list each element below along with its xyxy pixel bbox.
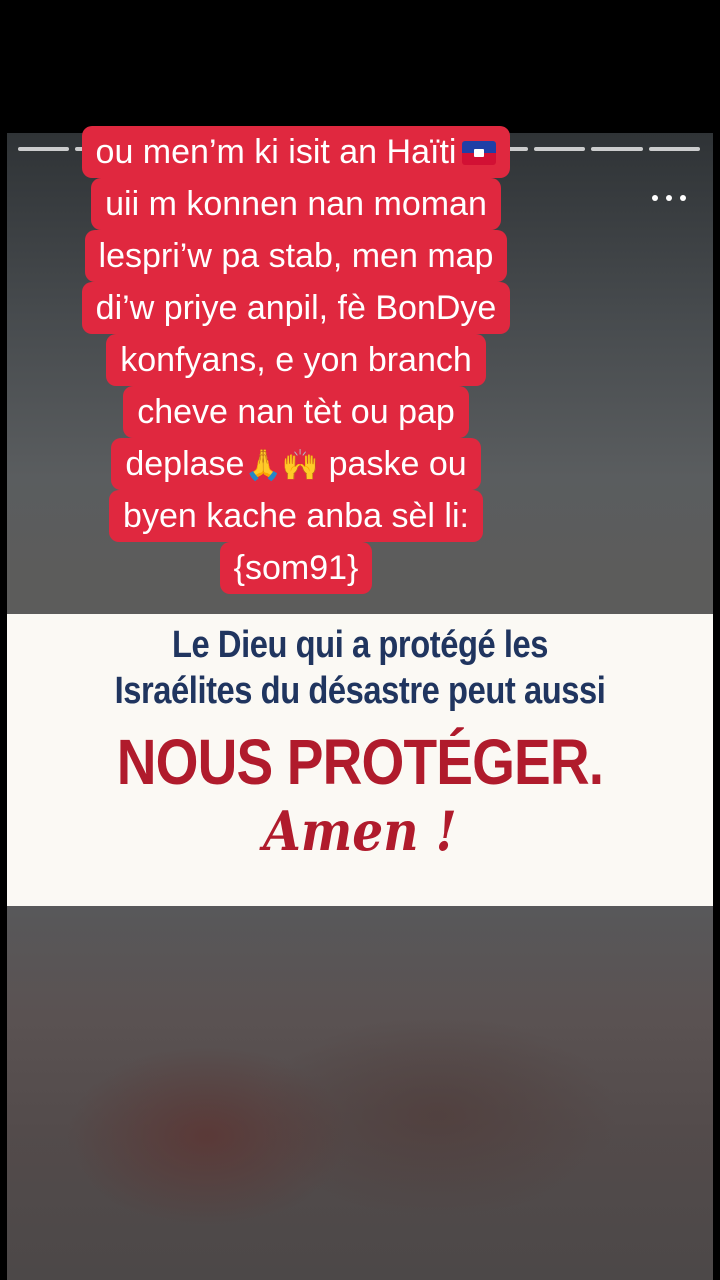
caption-overlay: ou men’m ki isit an Haïti uii m konnen n… [28, 126, 564, 594]
blurred-background [7, 906, 713, 1280]
caption-line: {som91} [219, 542, 373, 594]
caption-line: di’w priye anpil, fè BonDye [81, 282, 511, 334]
caption-text: paske ou [328, 445, 467, 483]
caption-line: ou men’m ki isit an Haïti [81, 126, 511, 178]
more-options-icon[interactable] [652, 188, 686, 208]
caption-text: ou men’m ki isit an Haïti [95, 133, 457, 171]
caption-line: uii m konnen nan moman [91, 178, 501, 230]
caption-line: deplase🙏🙌 paske ou [111, 438, 481, 490]
caption-text: deplase [125, 445, 245, 483]
card-line-2: Israélites du désastre peut aussi [114, 670, 606, 712]
progress-segment [591, 147, 643, 151]
card-line-1: Le Dieu qui a protégé les [171, 624, 549, 666]
praying-hands-icon: 🙏🙌 [244, 449, 320, 482]
haiti-flag-icon [462, 141, 497, 165]
caption-line: cheve nan tèt ou pap [123, 386, 469, 438]
caption-line: byen kache anba sèl li: [109, 490, 483, 542]
caption-line: lespri’w pa stab, men map [84, 230, 508, 282]
progress-segment [648, 147, 700, 151]
card-headline: NOUS PROTÉGER. [116, 726, 604, 798]
quote-card: Le Dieu qui a protégé les Israélites du … [7, 614, 713, 906]
card-amen: Amen ! [263, 799, 457, 863]
caption-line: konfyans, e yon branch [106, 334, 486, 386]
